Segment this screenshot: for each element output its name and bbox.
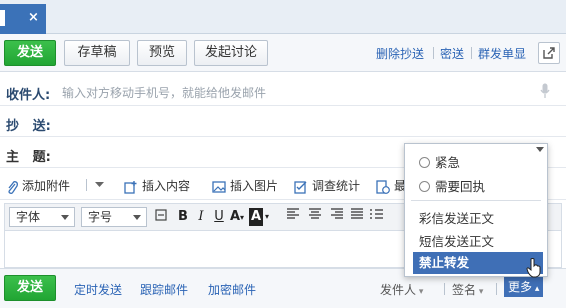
preview-button[interactable]: 预览 bbox=[137, 40, 187, 66]
microphone-icon[interactable] bbox=[540, 83, 550, 99]
compose-toolbar: 发送 存草稿 预览 发起讨论 删除抄送 密送 群发单显 bbox=[0, 34, 566, 72]
recipient-input[interactable]: 输入对方移动手机号，就能给他发邮件 bbox=[62, 84, 266, 101]
sms-body-option[interactable]: 短信发送正文 bbox=[419, 231, 494, 250]
receipt-option[interactable]: 需要回执 bbox=[419, 176, 485, 195]
save-draft-button[interactable]: 存草稿 bbox=[64, 40, 130, 66]
font-family-label: 字体 bbox=[16, 210, 41, 224]
compose-tab[interactable]: × bbox=[0, 4, 46, 34]
divider bbox=[471, 47, 472, 59]
track-mail-link[interactable]: 跟踪邮件 bbox=[140, 281, 188, 298]
cc-input[interactable] bbox=[62, 115, 392, 131]
insert-image-label: 插入图片 bbox=[230, 179, 279, 193]
divider bbox=[86, 179, 87, 191]
chevron-down-icon bbox=[536, 147, 544, 152]
start-discussion-button[interactable]: 发起讨论 bbox=[194, 40, 268, 66]
recipient-label: 收件人: bbox=[6, 88, 51, 103]
sender-label: 发件人 bbox=[380, 283, 417, 297]
more-options-label: 更多 bbox=[508, 280, 533, 294]
no-forward-option[interactable]: 禁止转发 bbox=[413, 252, 543, 274]
signature-label: 签名 bbox=[452, 283, 477, 297]
insert-content-label: 插入内容 bbox=[142, 179, 191, 193]
chevron-down-icon bbox=[61, 215, 69, 220]
sender-select[interactable]: 发件人 ▾ bbox=[380, 281, 423, 298]
survey-button[interactable]: 调查统计 bbox=[294, 177, 360, 194]
add-attachment-label: 添加附件 bbox=[22, 179, 71, 193]
delete-cc-link[interactable]: 删除抄送 bbox=[376, 45, 424, 62]
chevron-down-icon: ▾ bbox=[416, 287, 424, 297]
insert-content-icon bbox=[124, 180, 137, 194]
divider bbox=[433, 47, 434, 59]
menu-divider bbox=[411, 200, 541, 201]
cc-label: 抄 送: bbox=[6, 119, 51, 134]
tab-bar: × bbox=[0, 0, 566, 34]
chevron-down-icon bbox=[133, 215, 141, 220]
add-attachment-button[interactable]: 添加附件 bbox=[6, 177, 70, 194]
survey-icon bbox=[294, 180, 307, 194]
more-tool-button[interactable]: 最 bbox=[376, 177, 406, 194]
chevron-down-icon: ▾ bbox=[476, 287, 484, 297]
divider bbox=[444, 283, 445, 295]
more-options-button[interactable]: 更多 ▴ bbox=[504, 277, 544, 297]
cc-row: 抄 送: bbox=[0, 107, 566, 137]
font-family-select[interactable]: 字体 bbox=[9, 207, 75, 227]
font-size-label: 字号 bbox=[88, 210, 113, 224]
send-button-bottom[interactable]: 发送 bbox=[4, 275, 56, 301]
bold-icon[interactable]: B bbox=[175, 208, 191, 226]
send-button[interactable]: 发送 bbox=[4, 40, 56, 66]
urgent-option[interactable]: 紧急 bbox=[419, 152, 460, 171]
recipient-row: 收件人: 输入对方移动手机号，就能给他发邮件 bbox=[0, 76, 566, 106]
subject-label: 主 题: bbox=[6, 150, 51, 165]
justify-icon[interactable] bbox=[349, 208, 365, 226]
clear-format-icon[interactable] bbox=[153, 208, 169, 226]
more-options-menu: 紧急 需要回执 彩信发送正文 短信发送正文 禁止转发 bbox=[404, 143, 548, 277]
tab-edge bbox=[0, 10, 5, 26]
urgent-label: 紧急 bbox=[435, 155, 461, 170]
underline-icon[interactable]: U bbox=[211, 208, 227, 226]
align-left-icon[interactable] bbox=[285, 208, 301, 226]
divider bbox=[496, 283, 497, 295]
image-icon bbox=[212, 180, 226, 193]
numbered-list-icon[interactable] bbox=[369, 208, 385, 226]
bcc-link[interactable]: 密送 bbox=[440, 45, 464, 62]
scheduled-send-link[interactable]: 定时发送 bbox=[74, 281, 122, 298]
signature-select[interactable]: 签名 ▾ bbox=[452, 281, 483, 298]
survey-label: 调查统计 bbox=[312, 179, 361, 193]
chevron-down-icon[interactable] bbox=[95, 182, 104, 188]
italic-icon[interactable]: I bbox=[193, 208, 209, 226]
encrypt-mail-link[interactable]: 加密邮件 bbox=[208, 281, 256, 298]
subject-input[interactable] bbox=[62, 146, 392, 162]
clock-doc-icon bbox=[376, 179, 390, 194]
radio-icon bbox=[419, 181, 430, 192]
font-size-select[interactable]: 字号 bbox=[81, 207, 147, 227]
popout-window-icon[interactable] bbox=[538, 42, 560, 64]
insert-image-button[interactable]: 插入图片 bbox=[212, 177, 278, 194]
insert-content-button[interactable]: 插入内容 bbox=[124, 177, 190, 194]
close-icon[interactable]: × bbox=[28, 10, 39, 26]
radio-icon bbox=[419, 157, 430, 168]
font-color-icon[interactable]: A▾ bbox=[229, 208, 245, 226]
chevron-down-icon[interactable]: ▾ bbox=[263, 208, 271, 226]
chevron-up-icon: ▴ bbox=[532, 284, 540, 294]
mms-body-option[interactable]: 彩信发送正文 bbox=[419, 208, 494, 227]
align-center-icon[interactable] bbox=[307, 208, 323, 226]
hand-cursor-icon bbox=[526, 258, 541, 278]
receipt-label: 需要回执 bbox=[435, 179, 486, 194]
align-right-icon[interactable] bbox=[329, 208, 345, 226]
highlight-color-icon[interactable]: A bbox=[249, 208, 263, 226]
paperclip-icon bbox=[8, 180, 18, 194]
group-send-link[interactable]: 群发单显 bbox=[478, 45, 526, 62]
